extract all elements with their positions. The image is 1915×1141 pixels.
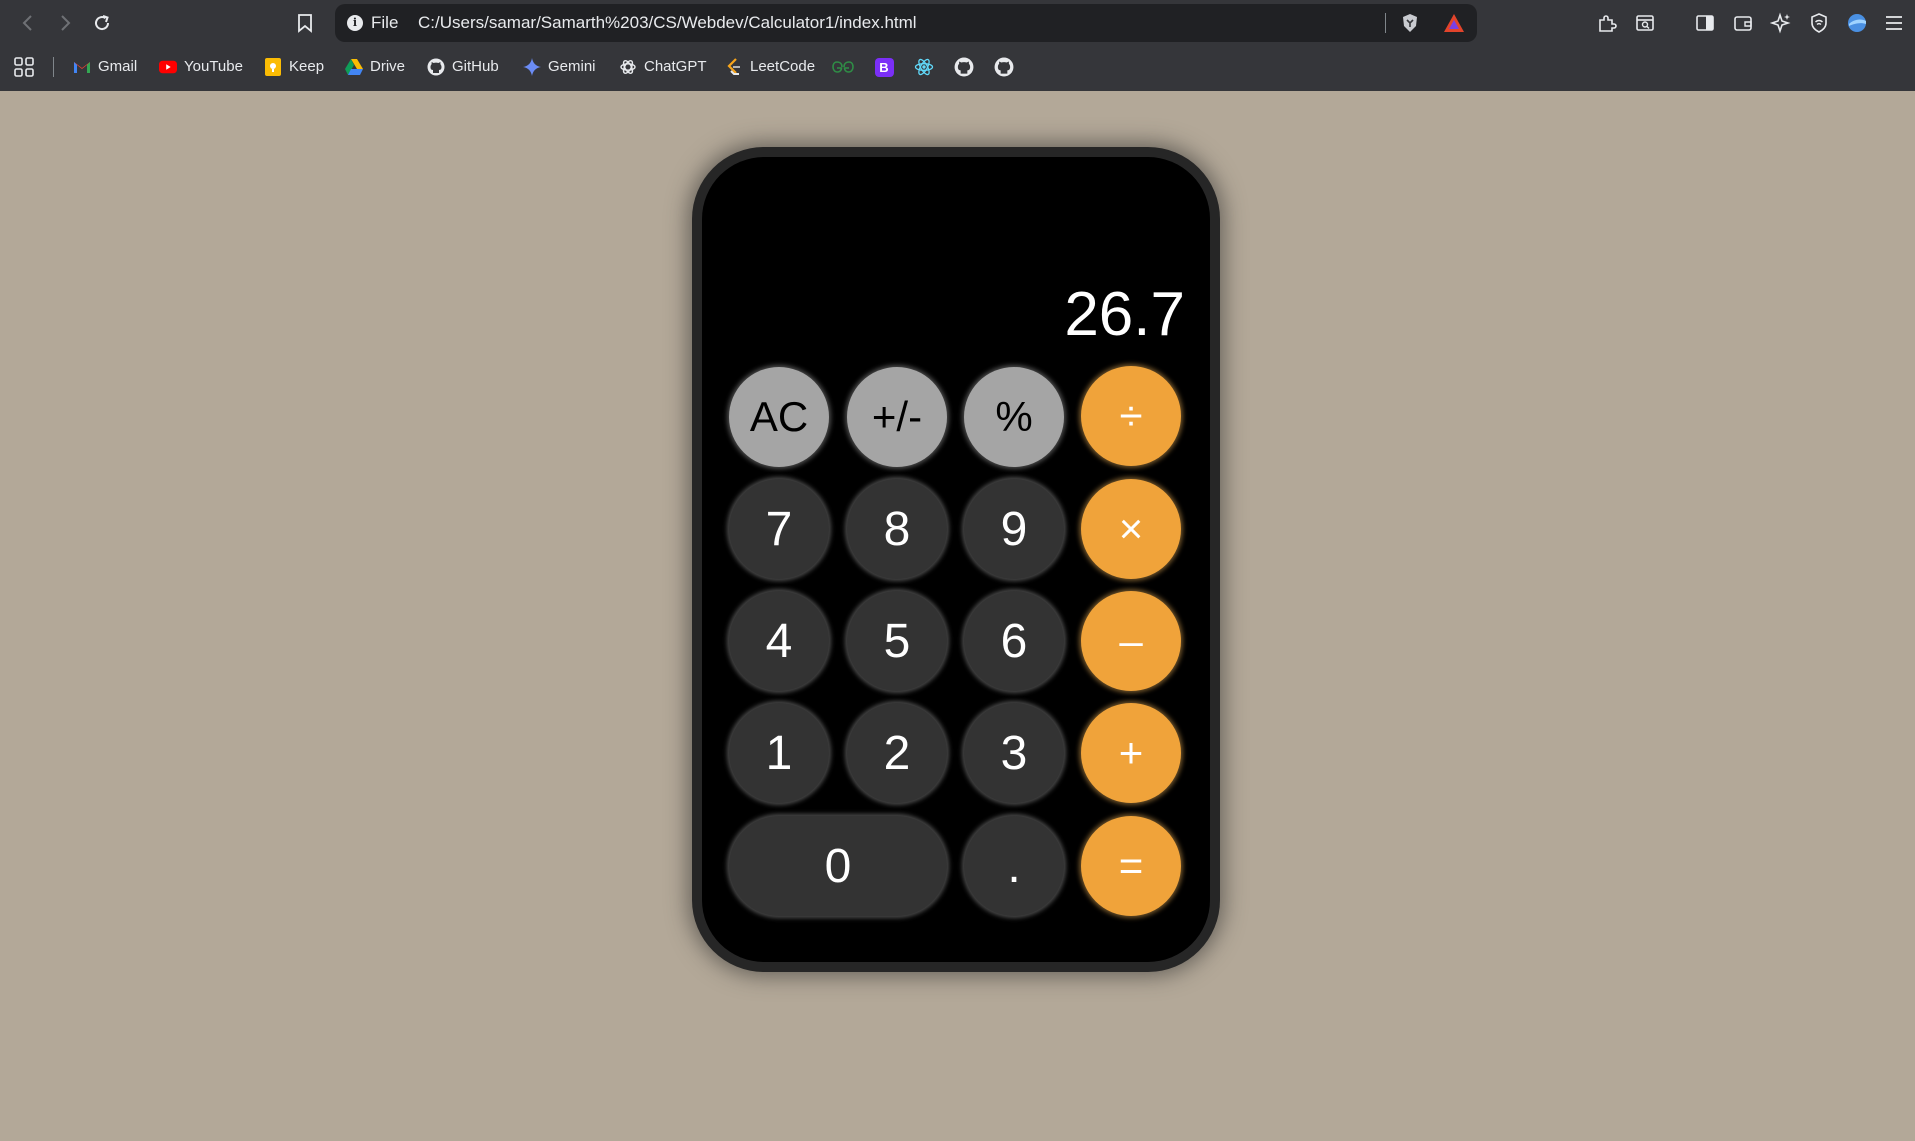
digit-8-button[interactable]: 8 xyxy=(847,479,947,579)
vpn-button[interactable] xyxy=(1806,10,1832,36)
bookmarks-divider xyxy=(53,57,54,77)
drive-icon xyxy=(345,58,363,76)
sidebar-icon xyxy=(1696,15,1714,31)
digit-9-button[interactable]: 9 xyxy=(964,479,1064,579)
bookmark-leetcode[interactable]: LeetCode xyxy=(725,53,815,81)
calculator: 26.7 AC +/- % ÷ 7 8 9 × 4 5 6 – 1 2 3 + … xyxy=(702,157,1210,962)
browser-toolbar: i File C:/Users/samar/Samarth%203/CS/Web… xyxy=(0,0,1915,45)
digit-2-button[interactable]: 2 xyxy=(847,703,947,803)
subtract-button[interactable]: – xyxy=(1081,591,1181,691)
add-button[interactable]: + xyxy=(1081,703,1181,803)
bookmark-github-2[interactable] xyxy=(953,56,975,78)
bookmark-label: Keep xyxy=(289,58,325,75)
brave-shields-icon[interactable] xyxy=(1399,12,1421,34)
digit-3-button[interactable]: 3 xyxy=(964,703,1064,803)
toggle-sign-button[interactable]: +/- xyxy=(847,367,947,467)
digit-4-button[interactable]: 4 xyxy=(729,591,829,691)
divide-button[interactable]: ÷ xyxy=(1081,366,1181,466)
keep-icon xyxy=(264,58,282,76)
gmail-icon xyxy=(73,58,91,76)
github-icon xyxy=(954,57,974,77)
address-bar[interactable]: i File C:/Users/samar/Samarth%203/CS/Web… xyxy=(335,4,1477,42)
back-button[interactable] xyxy=(15,10,41,36)
chevron-left-icon xyxy=(22,15,32,31)
extensions-button[interactable] xyxy=(1594,10,1620,36)
profile-avatar-icon xyxy=(1848,14,1866,32)
info-icon[interactable]: i xyxy=(347,15,363,31)
forward-button[interactable] xyxy=(52,10,78,36)
wallet-icon xyxy=(1734,16,1752,31)
leetcode-icon xyxy=(725,58,743,76)
decimal-point-button[interactable]: . xyxy=(964,816,1064,916)
reload-button[interactable] xyxy=(89,10,115,36)
search-tabs-button[interactable] xyxy=(1632,10,1658,36)
bookmark-label: Gmail xyxy=(98,58,138,75)
chevron-right-icon xyxy=(61,15,71,31)
hamburger-menu-icon xyxy=(1886,16,1902,30)
shield-icon xyxy=(1811,13,1827,33)
bookmark-youtube[interactable]: YouTube xyxy=(159,53,243,81)
sidebar-button[interactable] xyxy=(1692,10,1718,36)
bookmark-chatgpt[interactable]: ChatGPT xyxy=(619,53,707,81)
chatgpt-icon xyxy=(619,58,637,76)
bookmark-github-3[interactable] xyxy=(993,56,1015,78)
omnibox-divider xyxy=(1385,13,1386,33)
menu-button[interactable] xyxy=(1881,10,1907,36)
url-text[interactable]: C:/Users/samar/Samarth%203/CS/Webdev/Cal… xyxy=(418,13,917,33)
url-scheme-label: File xyxy=(371,13,399,32)
digit-5-button[interactable]: 5 xyxy=(847,591,947,691)
bookmark-gemini[interactable]: Gemini xyxy=(523,53,596,81)
react-icon xyxy=(914,58,934,76)
bootstrap-letter: B xyxy=(879,59,889,75)
digit-1-button[interactable]: 1 xyxy=(729,703,829,803)
bookmark-label: GitHub xyxy=(452,58,499,75)
bookmark-label: Drive xyxy=(370,58,406,75)
github-icon xyxy=(427,58,445,76)
bookmark-label: YouTube xyxy=(184,58,243,75)
leo-ai-button[interactable] xyxy=(1768,10,1794,36)
bootstrap-icon: B xyxy=(874,57,894,77)
reload-icon xyxy=(95,15,110,31)
github-icon xyxy=(994,57,1014,77)
bookmark-keep[interactable]: Keep xyxy=(264,53,324,81)
browser-chrome: i File C:/Users/samar/Samarth%203/CS/Web… xyxy=(0,0,1915,91)
bookmark-react[interactable] xyxy=(913,56,935,78)
geeksforgeeks-icon xyxy=(832,61,854,73)
calculator-display: 26.7 xyxy=(1064,280,1185,349)
bookmark-geeksforgeeks[interactable] xyxy=(832,56,854,78)
sparkle-icon xyxy=(1770,12,1791,34)
bookmark-icon xyxy=(298,14,312,33)
bookmark-drive[interactable]: Drive xyxy=(345,53,405,81)
gemini-icon xyxy=(523,58,541,76)
digit-0-button[interactable]: 0 xyxy=(729,816,947,916)
digit-7-button[interactable]: 7 xyxy=(729,479,829,579)
bookmark-label: Gemini xyxy=(548,58,596,75)
bookmark-bootstrap[interactable]: B xyxy=(873,56,895,78)
bookmarks-bar: Gmail YouTube Keep Drive GitHub Gemini C… xyxy=(0,49,1915,85)
bookmark-label: LeetCode xyxy=(750,58,816,75)
brave-rewards-icon[interactable] xyxy=(1442,12,1466,34)
percent-button[interactable]: % xyxy=(964,367,1064,467)
tab-search-icon xyxy=(1636,15,1654,31)
youtube-icon xyxy=(159,58,177,76)
equals-button[interactable]: = xyxy=(1081,816,1181,916)
multiply-button[interactable]: × xyxy=(1081,479,1181,579)
profile-button[interactable] xyxy=(1844,10,1870,36)
all-clear-button[interactable]: AC xyxy=(729,367,829,467)
wallet-button[interactable] xyxy=(1730,10,1756,36)
bookmark-github[interactable]: GitHub xyxy=(427,53,499,81)
apps-grid-icon[interactable] xyxy=(12,55,36,79)
bookmark-gmail[interactable]: Gmail xyxy=(73,53,137,81)
bookmark-page-button[interactable] xyxy=(292,10,318,36)
bookmark-label: ChatGPT xyxy=(644,58,707,75)
digit-6-button[interactable]: 6 xyxy=(964,591,1064,691)
puzzle-icon xyxy=(1599,15,1617,32)
